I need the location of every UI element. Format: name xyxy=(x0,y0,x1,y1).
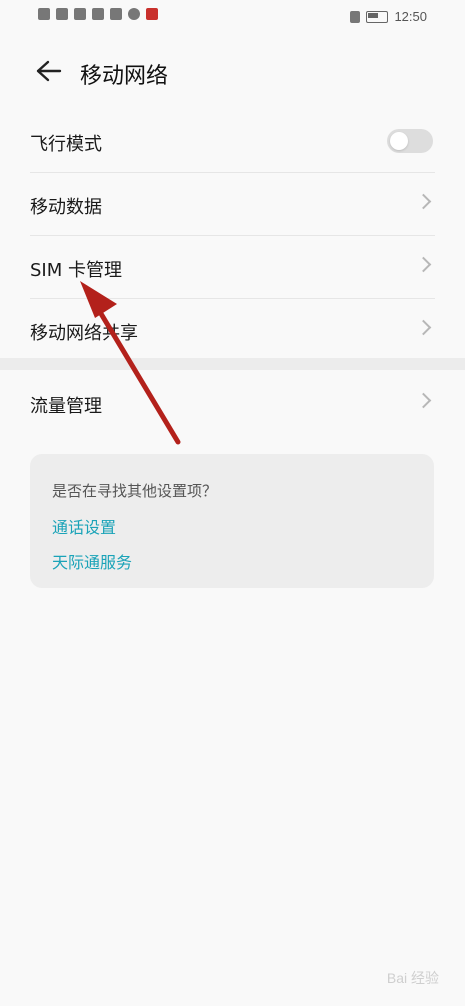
back-arrow-icon[interactable] xyxy=(34,56,62,86)
header: 移动网络 xyxy=(0,48,465,98)
page-title: 移动网络 xyxy=(80,64,169,89)
mobile-data-label: 移动数据 xyxy=(30,197,102,218)
wifi-icon xyxy=(92,8,104,20)
clock: 12:50 xyxy=(394,9,427,24)
vibrate-icon xyxy=(350,10,361,23)
hotspot-row[interactable]: 移动网络共享 xyxy=(30,299,435,361)
status-icons-right: 12:50 xyxy=(350,9,427,24)
airplane-mode-row[interactable]: 飞行模式 xyxy=(30,110,435,173)
sim-manage-label: SIM 卡管理 xyxy=(30,260,122,281)
notification-icon xyxy=(146,8,158,20)
settings-list: 飞行模式 移动数据 SIM 卡管理 移动网络共享 xyxy=(0,110,465,361)
status-icons-left xyxy=(38,8,158,20)
settings-list-2: 流量管理 xyxy=(0,372,465,434)
toggle-knob xyxy=(390,132,408,150)
chevron-right-icon xyxy=(415,319,432,336)
chevron-right-icon xyxy=(415,193,432,210)
signal-icon xyxy=(56,8,68,20)
skytone-service-link[interactable]: 天际通服务 xyxy=(52,549,132,573)
chevron-right-icon xyxy=(415,392,432,409)
section-divider xyxy=(0,358,465,370)
suggestion-card: 是否在寻找其他设置项？ 通话设置 天际通服务 xyxy=(30,454,434,588)
mobile-data-row[interactable]: 移动数据 xyxy=(30,173,435,236)
data-usage-label: 流量管理 xyxy=(30,396,102,417)
sim-manage-row[interactable]: SIM 卡管理 xyxy=(30,236,435,299)
airplane-mode-toggle[interactable] xyxy=(387,129,433,153)
airplane-mode-label: 飞行模式 xyxy=(30,134,102,155)
chevron-right-icon xyxy=(415,256,432,273)
speed-icon xyxy=(110,8,122,20)
watermark: Bai 经验 xyxy=(386,970,439,986)
data-usage-row[interactable]: 流量管理 xyxy=(30,372,435,434)
hotspot-label: 移动网络共享 xyxy=(30,323,138,344)
suggestion-question: 是否在寻找其他设置项？ xyxy=(52,482,218,500)
call-settings-link[interactable]: 通话设置 xyxy=(52,514,116,538)
sim-icon xyxy=(38,8,50,20)
signal-icon-2 xyxy=(74,8,86,20)
status-bar: 12:50 xyxy=(0,0,465,36)
chat-icon xyxy=(128,8,140,20)
battery-icon xyxy=(366,10,389,23)
